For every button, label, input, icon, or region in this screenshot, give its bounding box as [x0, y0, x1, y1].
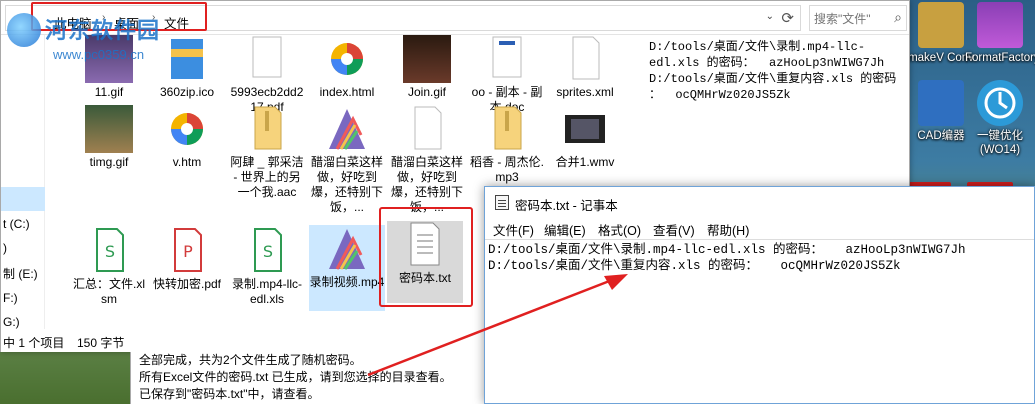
video-icon [561, 105, 609, 153]
image-thumb-icon [403, 35, 451, 83]
file-item[interactable]: oo - 副本 - 副本.doc [469, 35, 545, 115]
log-line: 所有Excel文件的密码.txt 已生成，请到您选择的目录查看。 [139, 370, 452, 384]
archive-icon [977, 2, 1023, 48]
file-item[interactable]: 醋溜白菜这样做，好吃到爆，还特别下饭，... [389, 105, 465, 215]
search-input[interactable] [814, 10, 884, 28]
menu-edit[interactable]: 编辑(E) [544, 220, 586, 239]
svg-text:P: P [183, 242, 193, 261]
pdf-icon [243, 35, 291, 83]
file-item[interactable]: 合并1.wmv [547, 105, 623, 170]
cad-icon [918, 80, 964, 126]
navigation-pane: t (C:) ) 制 (E:) F:) G:) [1, 35, 45, 329]
nav-drive-e[interactable]: 制 (E:) [3, 265, 38, 282]
optimize-icon [977, 80, 1023, 126]
notepad-menu-bar: 文件(F) 编辑(E) 格式(O) 查看(V) 帮助(H) [485, 217, 1034, 239]
svg-text:S: S [263, 242, 273, 261]
desktop-icon-label: 一键优化 (WO14) [977, 130, 1023, 156]
preview-pane-text: D:/tools/桌面/文件\录制.mp4-llc- edl.xls 的密码： … [649, 40, 897, 102]
file-item[interactable]: Join.gif [389, 35, 465, 100]
file-item[interactable]: sprites.xml [547, 35, 623, 100]
menu-file[interactable]: 文件(F) [493, 220, 534, 239]
file-item[interactable]: 醋溜白菜这样做，好吃到爆，还特别下饭，... [309, 105, 385, 215]
nav-drive-d[interactable]: ) [3, 241, 7, 255]
breadcrumb-highlight-annotation [31, 2, 207, 31]
doc-icon [483, 35, 531, 83]
blank-file-icon [561, 35, 609, 83]
notepad-line: D:/tools/桌面/文件\重复内容.xls 的密码： ocQMHrWz020… [488, 259, 901, 273]
spreadsheet-icon: S [243, 227, 291, 275]
file-item[interactable]: 5993ecb2dd217.pdf [229, 35, 305, 115]
notepad-line: D:/tools/桌面/文件\录制.mp4-llc-edl.xls 的密码： a… [488, 243, 966, 257]
audio-file-icon [243, 105, 291, 153]
file-item[interactable]: 360zip.ico [149, 35, 225, 100]
notepad-text-area[interactable]: D:/tools/桌面/文件\录制.mp4-llc-edl.xls 的密码： a… [485, 239, 1034, 403]
spreadsheet-icon: S [85, 227, 133, 275]
menu-view[interactable]: 查看(V) [653, 220, 695, 239]
search-icon[interactable]: ⌕ [894, 9, 902, 26]
media-icon [323, 225, 371, 273]
log-line: 已保存到"密码本.txt"中，请查看。 [139, 387, 320, 401]
menu-format[interactable]: 格式(O) [598, 220, 641, 239]
blank-file-icon [403, 105, 451, 153]
desktop-icon-label: FormatFactory.rar [965, 52, 1035, 64]
address-row: 此电脑 › 桌面 › 文件 ⌄ ⟳ ⌕ [1, 1, 909, 35]
html-icon [163, 105, 211, 153]
image-thumb-icon [85, 35, 133, 83]
html-icon [323, 35, 371, 83]
app-icon [918, 2, 964, 48]
menu-help[interactable]: 帮助(H) [707, 220, 749, 239]
audio-file-icon [483, 105, 531, 153]
file-item[interactable]: 11.gif [71, 35, 147, 100]
file-item[interactable]: 稻香 - 周杰伦.mp3 [469, 105, 545, 185]
refresh-icon[interactable]: ⟳ [781, 9, 794, 27]
status-selection: 中 1 个项目 [3, 336, 65, 350]
zip-icon [163, 35, 211, 83]
notepad-titlebar[interactable]: 密码本.txt - 记事本 [485, 187, 1034, 217]
image-thumb-icon [85, 105, 133, 153]
pdf-icon: P [163, 227, 211, 275]
status-size: 150 字节 [77, 336, 125, 350]
nav-drive-c[interactable]: t (C:) [3, 217, 30, 231]
log-line: 全部完成，共为2个文件生成了随机密码。 [139, 353, 362, 367]
desktop-icon-optimize[interactable]: 一键优化 (WO14) [965, 80, 1035, 157]
nav-selected-row [1, 187, 45, 211]
file-item[interactable]: 阿肆 _ 郭采洁 - 世界上的另一个我.aac [229, 105, 305, 200]
chevron-down-icon[interactable]: ⌄ [766, 11, 774, 22]
media-icon [323, 105, 371, 153]
desktop-icon-formatfactory[interactable]: FormatFactory.rar [965, 2, 1035, 65]
nav-drive-g[interactable]: G:) [3, 315, 20, 329]
file-item[interactable]: v.htm [149, 105, 225, 170]
notepad-icon [495, 195, 509, 210]
file-item[interactable]: P 快转加密.pdf [149, 227, 225, 292]
notepad-title: 密码本.txt - 记事本 [515, 199, 618, 213]
file-item[interactable]: index.html [309, 35, 385, 100]
file-item[interactable]: S 汇总：文件.xlsm [71, 227, 147, 307]
tool-output-log: 全部完成，共为2个文件生成了随机密码。 所有Excel文件的密码.txt 已生成… [130, 352, 490, 404]
notepad-window[interactable]: 密码本.txt - 记事本 文件(F) 编辑(E) 格式(O) 查看(V) 帮助… [484, 186, 1035, 404]
nav-drive-f[interactable]: F:) [3, 291, 18, 305]
file-item-selected[interactable]: 录制视频.mp4 [309, 225, 385, 311]
file-item[interactable]: timg.gif [71, 105, 147, 170]
file-item[interactable]: S 录制.mp4-llc-edl.xls [229, 227, 305, 307]
search-box[interactable]: ⌕ [809, 5, 907, 31]
file-highlight-annotation [379, 207, 473, 307]
svg-text:S: S [105, 242, 115, 261]
